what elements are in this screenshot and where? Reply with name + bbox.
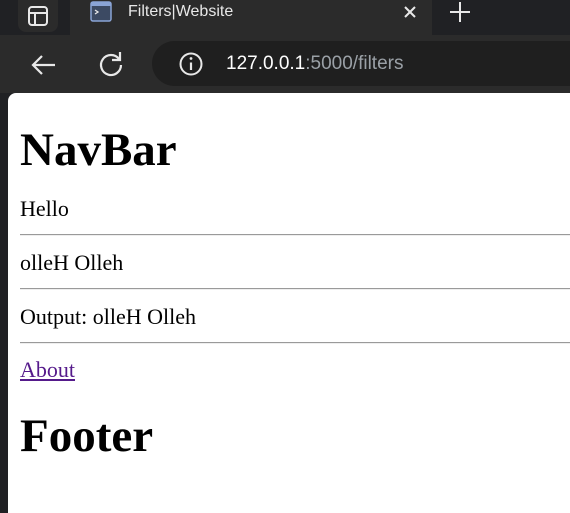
text-line-reversed: olleH Olleh — [20, 250, 124, 275]
back-arrow-icon[interactable] — [28, 49, 60, 81]
url-host: 127.0.0.1 — [226, 53, 306, 74]
text-line-output: Output: olleH Olleh — [20, 304, 196, 329]
tab-title: Filters|Website — [128, 3, 234, 20]
tab-strip: Filters|Website — [0, 0, 570, 35]
page-content: NavBar Hello olleH Olleh Output: olleH O… — [8, 123, 570, 463]
tab-actions-icon — [28, 6, 48, 26]
url-text: 127.0.0.1:5000/filters — [226, 41, 403, 86]
page-viewport: NavBar Hello olleH Olleh Output: olleH O… — [8, 93, 570, 513]
new-tab-icon[interactable] — [446, 0, 474, 24]
about-link[interactable]: About — [20, 357, 75, 382]
site-info-icon[interactable] — [178, 51, 204, 77]
navbar-heading: NavBar — [20, 124, 177, 176]
reload-icon[interactable] — [95, 48, 127, 80]
tab-actions-button[interactable] — [18, 0, 58, 32]
text-line-hello: Hello — [20, 196, 69, 221]
url-path: :5000/filters — [305, 53, 404, 74]
divider — [20, 234, 570, 236]
divider — [20, 342, 570, 344]
footer-heading: Footer — [20, 410, 154, 462]
active-tab[interactable]: Filters|Website — [70, 0, 432, 35]
close-tab-icon[interactable] — [400, 2, 420, 22]
divider — [20, 288, 570, 290]
page-favicon-icon — [90, 1, 112, 22]
address-bar[interactable]: 127.0.0.1:5000/filters — [152, 41, 570, 86]
browser-toolbar: 127.0.0.1:5000/filters — [0, 35, 570, 93]
